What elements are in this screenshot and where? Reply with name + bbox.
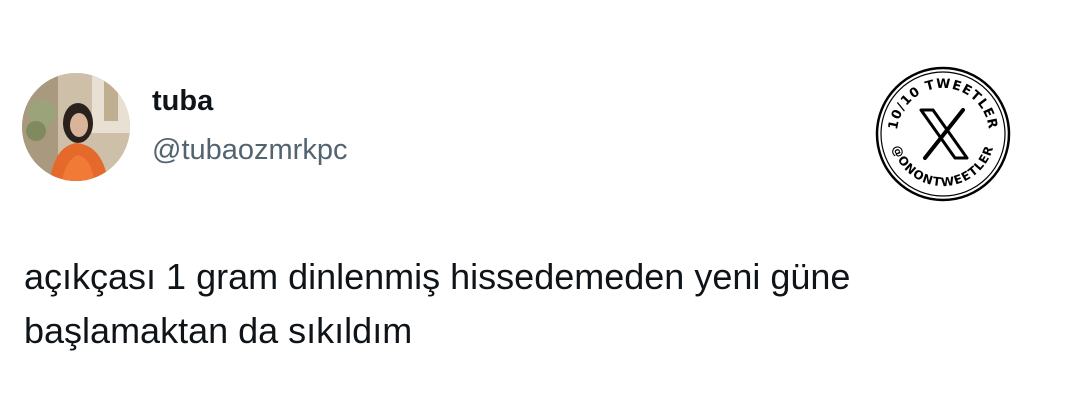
avatar-photo — [22, 73, 130, 181]
author-name[interactable]: tuba — [152, 84, 213, 118]
tweet-text: açıkçası 1 gram dinlenmiş hissedemeden y… — [24, 256, 851, 351]
author-handle[interactable]: @tubaozmrkpc — [152, 133, 347, 167]
watermark-badge: 10/10 TWEETLER @ONONTWEETLER — [873, 64, 1013, 204]
tweet-card: tuba @tubaozmrkpc açıkçası 1 gram dinlen… — [0, 0, 1081, 417]
avatar[interactable] — [22, 73, 130, 181]
